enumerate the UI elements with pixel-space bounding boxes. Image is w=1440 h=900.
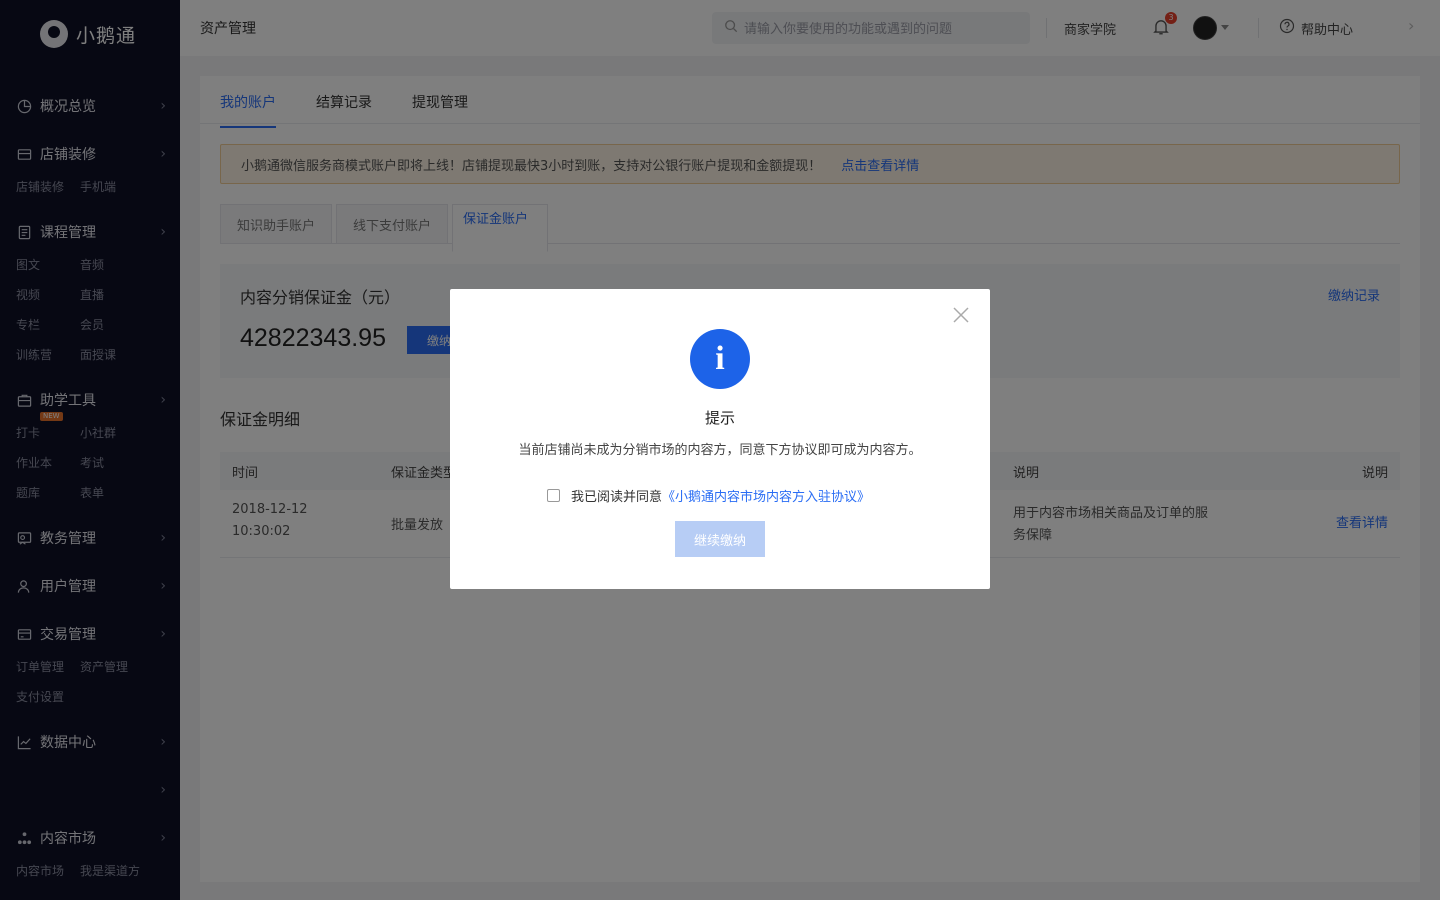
agreement-row: 我已阅读并同意 《小鹅通内容市场内容方入驻协议》 bbox=[547, 486, 870, 505]
dialog-message: 当前店铺尚未成为分销市场的内容方，同意下方协议即可成为内容方。 bbox=[518, 443, 922, 458]
agreement-checkbox[interactable] bbox=[547, 489, 560, 502]
dialog-title: 提示 bbox=[704, 409, 735, 427]
close-icon[interactable] bbox=[952, 306, 972, 326]
agree-label: 我已阅读并同意 bbox=[571, 490, 663, 505]
prompt-dialog: i 提示 当前店铺尚未成为分销市场的内容方，同意下方协议即可成为内容方。 我已阅… bbox=[450, 289, 990, 589]
info-icon: i bbox=[690, 329, 750, 389]
agreement-link[interactable]: 《小鹅通内容市场内容方入驻协议》 bbox=[662, 486, 870, 505]
continue-pay-button[interactable]: 继续缴纳 bbox=[675, 521, 765, 557]
